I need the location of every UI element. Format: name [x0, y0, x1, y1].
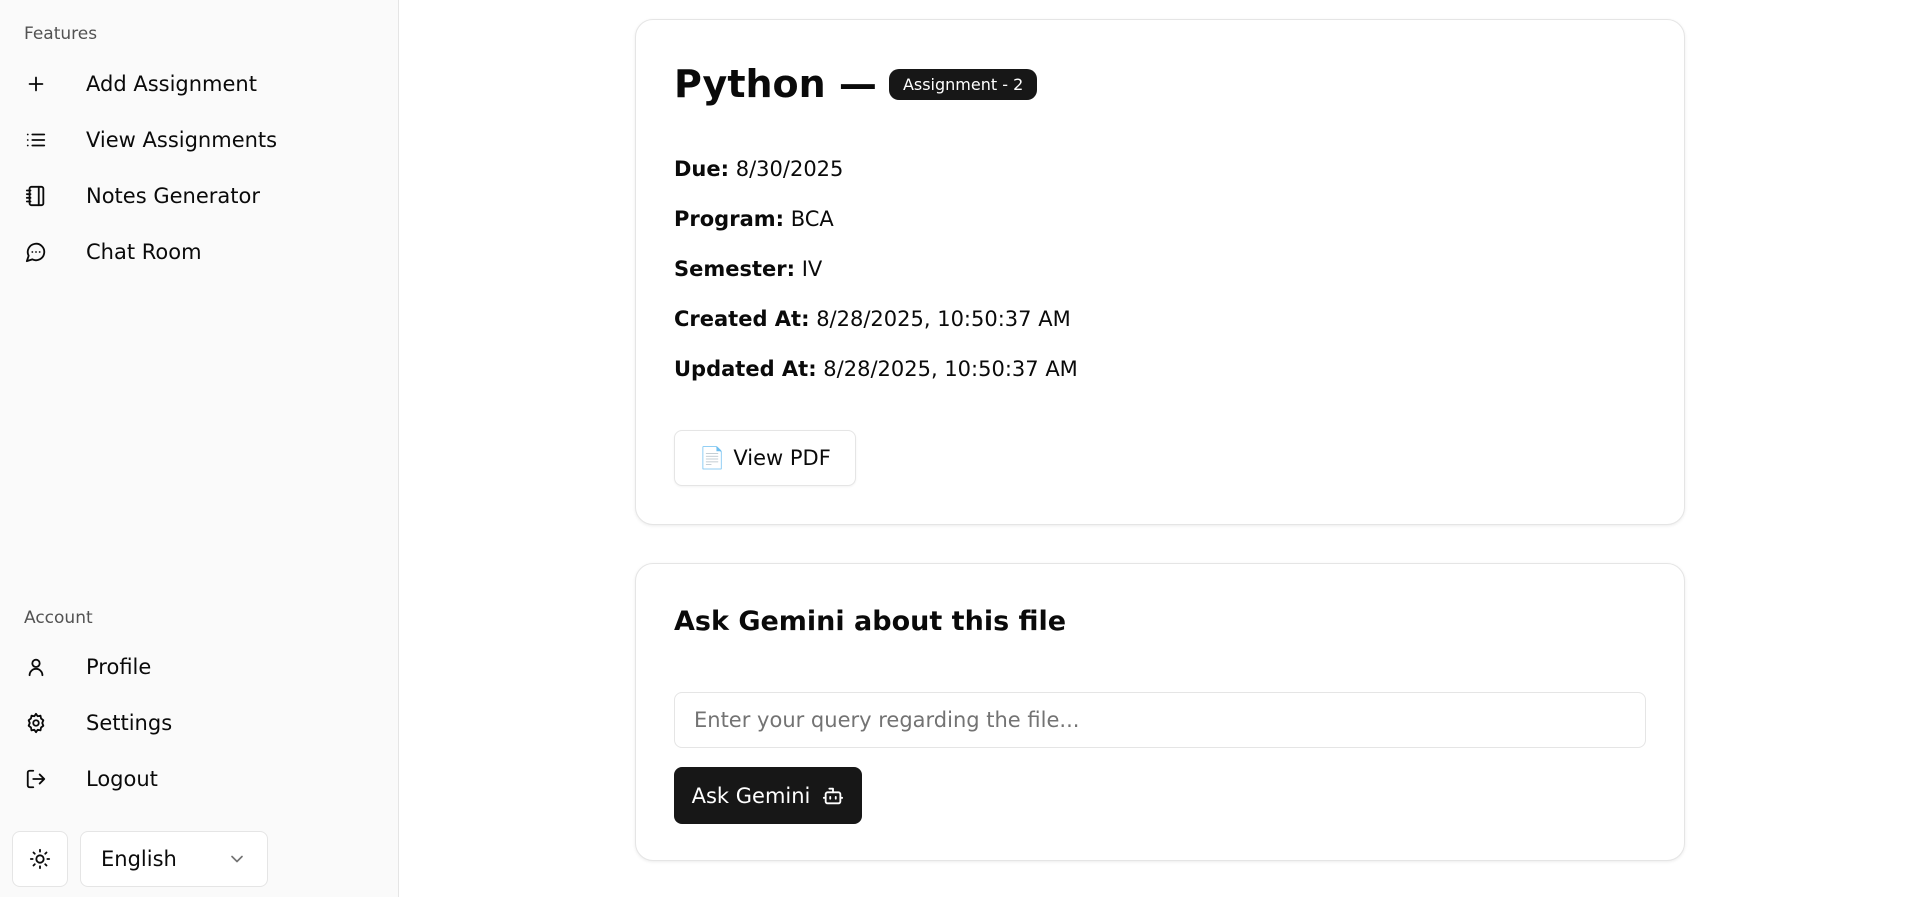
bot-icon: [810, 785, 844, 807]
sidebar: Features Add Assignment View Assignments…: [0, 0, 399, 897]
program-label: Program:: [674, 207, 785, 231]
assignment-badge: Assignment - 2: [888, 68, 1038, 100]
semester-value: IV: [801, 257, 823, 281]
features-group-label: Features: [24, 24, 98, 44]
sidebar-item-profile[interactable]: Profile: [12, 644, 387, 690]
sidebar-item-add-assignment[interactable]: Add Assignment: [12, 61, 387, 107]
chevron-down-icon: [227, 849, 247, 869]
sidebar-item-label: View Assignments: [86, 128, 278, 152]
account-group-label: Account: [24, 608, 93, 628]
updated-at-value: 8/28/2025, 10:50:37 AM: [823, 357, 1078, 381]
message-circle-icon: [24, 240, 48, 264]
notebook-icon: [24, 184, 48, 208]
ask-gemini-label: Ask Gemini: [691, 783, 811, 808]
view-pdf-button[interactable]: 📄 View PDF: [674, 430, 856, 486]
due-label: Due:: [674, 157, 730, 181]
assignment-title: Python —: [674, 62, 877, 106]
plus-icon: [24, 72, 48, 96]
ask-gemini-title: Ask Gemini about this file: [674, 606, 1067, 637]
sidebar-item-label: Profile: [86, 655, 152, 679]
due-field: Due: 8/30/2025: [674, 157, 843, 181]
sidebar-item-chat-room[interactable]: Chat Room: [12, 229, 387, 275]
ask-gemini-card: Ask Gemini about this file Ask Gemini: [635, 563, 1685, 861]
list-icon: [24, 128, 48, 152]
sidebar-item-view-assignments[interactable]: View Assignments: [12, 117, 387, 163]
theme-toggle-button[interactable]: [12, 831, 68, 887]
document-icon: 📄: [699, 445, 726, 470]
sidebar-item-notes-generator[interactable]: Notes Generator: [12, 173, 387, 219]
sidebar-item-label: Notes Generator: [86, 184, 260, 208]
created-at-label: Created At:: [674, 307, 810, 331]
sidebar-item-label: Add Assignment: [86, 72, 257, 96]
ask-gemini-button[interactable]: Ask Gemini: [674, 767, 862, 824]
language-value: English: [101, 847, 177, 871]
updated-at-field: Updated At: 8/28/2025, 10:50:37 AM: [674, 357, 1078, 381]
assignment-card: Python — Assignment - 2 Due: 8/30/2025 P…: [635, 19, 1685, 525]
sidebar-item-label: Logout: [86, 767, 158, 791]
program-field: Program: BCA: [674, 207, 834, 231]
sidebar-item-logout[interactable]: Logout: [12, 756, 387, 802]
language-select[interactable]: English: [80, 831, 268, 887]
gear-icon: [24, 711, 48, 735]
view-pdf-label: View PDF: [733, 446, 831, 470]
sidebar-item-settings[interactable]: Settings: [12, 700, 387, 746]
assignment-title-row: Python — Assignment - 2: [674, 62, 1038, 106]
semester-label: Semester:: [674, 257, 796, 281]
logout-icon: [24, 767, 48, 791]
due-value: 8/30/2025: [735, 157, 844, 181]
sidebar-item-label: Settings: [86, 711, 173, 735]
query-input[interactable]: [674, 692, 1646, 748]
sidebar-item-label: Chat Room: [86, 240, 202, 264]
sun-icon: [29, 848, 51, 870]
semester-field: Semester: IV: [674, 257, 822, 281]
created-at-value: 8/28/2025, 10:50:37 AM: [816, 307, 1071, 331]
user-icon: [24, 655, 48, 679]
updated-at-label: Updated At:: [674, 357, 817, 381]
program-value: BCA: [790, 207, 834, 231]
created-at-field: Created At: 8/28/2025, 10:50:37 AM: [674, 307, 1071, 331]
